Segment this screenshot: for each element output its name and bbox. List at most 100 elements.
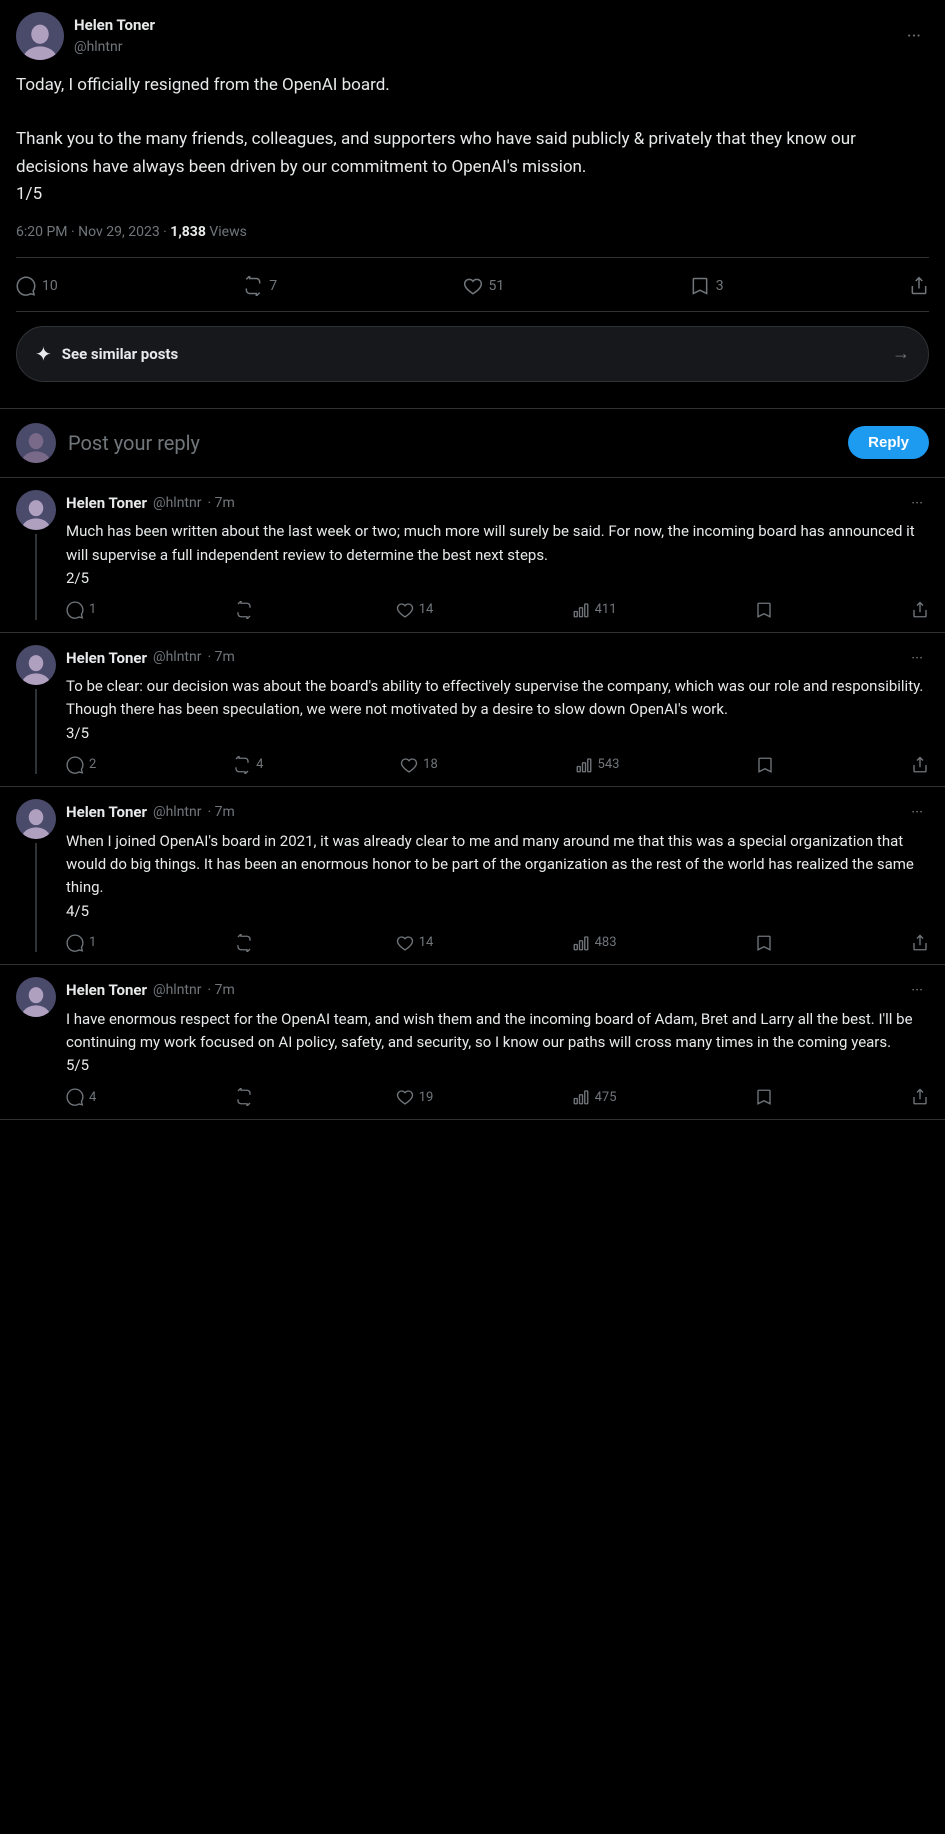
reply-handle[interactable]: @hlntnr: [153, 647, 201, 668]
reply-header: Helen Toner @hlntnr · 7m ···: [66, 799, 929, 826]
reply-display-name[interactable]: Helen Toner: [66, 979, 147, 1002]
more-options-icon[interactable]: ···: [899, 19, 929, 54]
reply-retweet-action[interactable]: [235, 934, 258, 952]
reply-share-action[interactable]: [911, 601, 929, 619]
reply-display-name[interactable]: Helen Toner: [66, 801, 147, 824]
bookmark-count: 3: [716, 276, 724, 297]
reply-avatar: [16, 645, 56, 685]
more-icon[interactable]: ···: [905, 490, 929, 517]
share-action[interactable]: [909, 276, 929, 296]
reply-views-count: 475: [595, 1088, 617, 1108]
views-label: Views: [206, 224, 247, 240]
reply-content: Helen Toner @hlntnr · 7m ··· To be clear…: [66, 645, 929, 775]
similar-posts-label: See similar posts: [62, 343, 178, 366]
thread-reply: Helen Toner @hlntnr · 7m ··· I have enor…: [0, 965, 945, 1120]
retweet-action[interactable]: 7: [243, 276, 277, 297]
reply-views-count: 411: [595, 600, 617, 620]
reply-actions: 1 14: [66, 933, 929, 953]
reply-bookmark-action[interactable]: [755, 934, 773, 952]
more-icon[interactable]: ···: [905, 977, 929, 1004]
bookmark-action[interactable]: 3: [690, 276, 724, 297]
replies-container: Helen Toner @hlntnr · 7m ··· Much has be…: [0, 478, 945, 1120]
reply-like-action[interactable]: 18: [400, 755, 438, 775]
reply-header: Helen Toner @hlntnr · 7m ···: [66, 645, 929, 672]
reply-retweet-action[interactable]: [235, 1088, 258, 1106]
reply-input[interactable]: Post your reply: [68, 428, 836, 458]
reply-comment-count: 2: [89, 755, 96, 775]
avatar: [16, 12, 64, 60]
reply-time: · 7m: [208, 802, 235, 823]
more-icon[interactable]: ···: [905, 799, 929, 826]
tweet-header-left: Helen Toner @hlntnr: [16, 12, 155, 60]
reply-bookmark-action[interactable]: [755, 1088, 773, 1106]
reply-bookmark-action[interactable]: [756, 756, 774, 774]
like-action[interactable]: 51: [463, 276, 505, 297]
reply-views-action[interactable]: 543: [575, 755, 620, 775]
reply-share-action[interactable]: [911, 1088, 929, 1106]
reply-handle[interactable]: @hlntnr: [153, 493, 201, 514]
reply-text: To be clear: our decision was about the …: [66, 675, 929, 745]
reply-retweet-action[interactable]: [235, 601, 258, 619]
reply-comment-action[interactable]: 2: [66, 755, 96, 775]
thread-line: [35, 689, 37, 775]
reply-comment-count: 1: [89, 933, 96, 953]
retweet-count: 7: [269, 276, 277, 297]
reply-content: Helen Toner @hlntnr · 7m ··· Much has be…: [66, 490, 929, 620]
sparkle-icon: ✦: [35, 339, 52, 369]
reply-retweet-action[interactable]: 4: [233, 755, 263, 775]
reply-time: · 7m: [208, 493, 235, 514]
reply-like-action[interactable]: 14: [396, 600, 434, 620]
reply-content: Helen Toner @hlntnr · 7m ··· I have enor…: [66, 977, 929, 1107]
reply-like-count: 14: [419, 600, 434, 620]
reply-display-name[interactable]: Helen Toner: [66, 647, 147, 670]
tweet-text: Today, I officially resigned from the Op…: [16, 72, 929, 208]
thread-line-container: [16, 645, 56, 775]
reply-header: Helen Toner @hlntnr · 7m ···: [66, 490, 929, 517]
views-count: 1,838: [170, 224, 206, 240]
reply-comment-action[interactable]: 1: [66, 933, 96, 953]
reply-handle[interactable]: @hlntnr: [153, 980, 201, 1001]
reply-display-name[interactable]: Helen Toner: [66, 492, 147, 515]
reply-header-left: Helen Toner @hlntnr · 7m: [66, 647, 235, 670]
handle[interactable]: @hlntnr: [74, 37, 155, 58]
reply-share-action[interactable]: [911, 934, 929, 952]
thread-reply: Helen Toner @hlntnr · 7m ··· When I join…: [0, 787, 945, 965]
user-info: Helen Toner @hlntnr: [74, 14, 155, 58]
comment-action[interactable]: 10: [16, 276, 58, 297]
comment-count: 10: [42, 276, 58, 297]
reply-actions: 1 14: [66, 600, 929, 620]
reply-bookmark-action[interactable]: [755, 601, 773, 619]
tweet-header: Helen Toner @hlntnr ···: [16, 12, 929, 60]
reply-avatar: [16, 490, 56, 530]
reply-like-count: 14: [419, 933, 434, 953]
like-count: 51: [489, 276, 505, 297]
more-icon[interactable]: ···: [905, 645, 929, 672]
reply-box: Post your reply Reply: [0, 409, 945, 478]
reply-like-action[interactable]: 19: [396, 1088, 434, 1108]
thread-line-container: [16, 977, 56, 1107]
reply-comment-count: 1: [89, 600, 96, 620]
arrow-right-icon: →: [892, 340, 910, 367]
thread-reply: Helen Toner @hlntnr · 7m ··· Much has be…: [0, 478, 945, 633]
reply-like-count: 18: [423, 755, 438, 775]
reply-button[interactable]: Reply: [848, 426, 929, 459]
reply-avatar: [16, 423, 56, 463]
reply-time: · 7m: [208, 980, 235, 1001]
reply-header-left: Helen Toner @hlntnr · 7m: [66, 801, 235, 824]
reply-comment-action[interactable]: 4: [66, 1088, 96, 1108]
reply-views-action[interactable]: 483: [572, 933, 617, 953]
reply-views-action[interactable]: 475: [572, 1088, 617, 1108]
reply-like-action[interactable]: 14: [396, 933, 434, 953]
tweet-meta: 6:20 PM · Nov 29, 2023 · 1,838 Views: [16, 222, 929, 258]
main-tweet: Helen Toner @hlntnr ··· Today, I officia…: [0, 0, 945, 409]
reply-comment-action[interactable]: 1: [66, 600, 96, 620]
thread-reply: Helen Toner @hlntnr · 7m ··· To be clear…: [0, 633, 945, 788]
reply-text: I have enormous respect for the OpenAI t…: [66, 1008, 929, 1078]
tweet-actions: 10 7 51 3: [16, 272, 929, 312]
display-name[interactable]: Helen Toner: [74, 14, 155, 37]
similar-posts-left: ✦ See similar posts: [35, 339, 178, 369]
reply-share-action[interactable]: [911, 756, 929, 774]
see-similar-posts-button[interactable]: ✦ See similar posts →: [16, 326, 929, 382]
reply-views-action[interactable]: 411: [572, 600, 617, 620]
reply-handle[interactable]: @hlntnr: [153, 802, 201, 823]
